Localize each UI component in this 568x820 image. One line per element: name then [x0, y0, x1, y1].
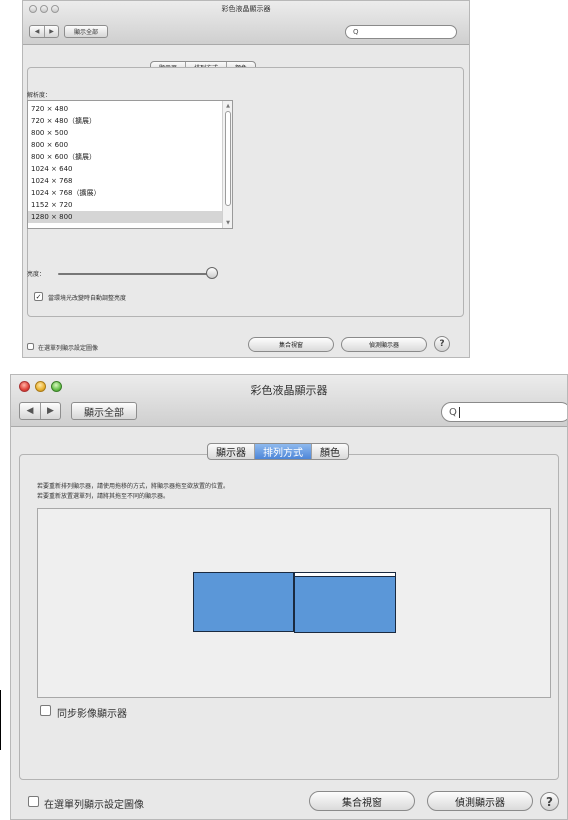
list-item[interactable]: 800 × 600（擴展） — [28, 151, 232, 163]
list-item[interactable]: 720 × 480 — [28, 103, 232, 115]
show-in-menubar-checkbox[interactable] — [28, 796, 39, 807]
display-right[interactable] — [294, 572, 396, 633]
display-prefs-window-display-tab: 彩色液晶顯示器 ◀ ▶ 顯示全部 Q 顯示器 排列方式 顏色 解析度： 720 … — [22, 0, 470, 358]
title-bar: 彩色液晶顯示器 ◀ ▶ 顯示全部 Q — [23, 1, 469, 45]
brightness-label: 亮度： — [27, 271, 46, 278]
tab-display[interactable]: 顯示器 — [208, 444, 254, 459]
mirror-displays-label: 同步影像顯示器 — [57, 709, 127, 720]
detect-displays-button[interactable]: 偵測顯示器 — [341, 337, 427, 352]
tab-arrangement[interactable]: 排列方式 — [254, 444, 311, 459]
forward-icon[interactable]: ▶ — [40, 403, 60, 419]
help-button[interactable]: ? — [434, 336, 450, 352]
list-item[interactable]: 1024 × 768（擴展） — [28, 187, 232, 199]
window-title: 彩色液晶顯示器 — [250, 384, 328, 397]
show-all-button[interactable]: 顯示全部 — [64, 25, 108, 38]
resolution-label: 解析度： — [27, 92, 52, 99]
vertical-scrollbar[interactable]: ▲ ▼ — [222, 101, 232, 228]
display-arrangement-area — [37, 508, 551, 698]
checkmark-icon: ✓ — [35, 292, 42, 301]
list-item[interactable]: 1024 × 640 — [28, 163, 232, 175]
auto-brightness-label: 當環境光改變時自動調整亮度 — [48, 295, 127, 302]
mirror-displays-checkbox[interactable] — [40, 705, 51, 716]
display-left[interactable] — [193, 572, 294, 632]
search-icon: Q — [449, 406, 457, 418]
tab-bar: 顯示器 排列方式 顏色 — [207, 443, 349, 460]
edge-line — [0, 690, 1, 750]
gather-windows-button[interactable]: 集合視窗 — [309, 791, 415, 811]
tab-color[interactable]: 顏色 — [311, 444, 348, 459]
list-item[interactable]: 1152 × 720 — [28, 199, 232, 211]
brightness-slider-track[interactable] — [58, 273, 207, 275]
show-in-menubar-checkbox[interactable] — [27, 343, 34, 350]
scrollbar-thumb[interactable] — [225, 111, 231, 206]
instructions-line-1: 若要重新排列顯示器，請使用拖移的方式，將顯示器拖至欲放置的位置。 — [37, 483, 230, 490]
back-icon[interactable]: ◀ — [20, 403, 40, 419]
search-icon: Q — [353, 28, 359, 36]
list-item[interactable]: 800 × 600 — [28, 139, 232, 151]
list-item[interactable]: 800 × 500 — [28, 127, 232, 139]
resolution-list[interactable]: 720 × 480 720 × 480（擴展） 800 × 500 800 × … — [27, 100, 233, 229]
search-input[interactable]: Q — [441, 402, 567, 422]
show-all-button[interactable]: 顯示全部 — [71, 402, 137, 420]
scroll-down-icon[interactable]: ▼ — [224, 220, 232, 226]
brightness-slider-knob[interactable] — [206, 267, 218, 279]
text-caret — [458, 406, 460, 418]
window-title: 彩色液晶顯示器 — [221, 5, 271, 13]
scroll-up-icon[interactable]: ▲ — [224, 103, 232, 109]
back-icon[interactable]: ◀ — [30, 26, 44, 37]
list-item-selected[interactable]: 1280 × 800 — [28, 211, 232, 223]
show-in-menubar-label: 在選單列顯示設定圖像 — [44, 800, 144, 811]
gather-windows-button[interactable]: 集合視窗 — [248, 337, 334, 352]
help-button[interactable]: ? — [540, 792, 559, 811]
list-item[interactable]: 720 × 480（擴展） — [28, 115, 232, 127]
search-input[interactable]: Q — [345, 25, 457, 39]
forward-icon[interactable]: ▶ — [44, 26, 58, 37]
display-prefs-window-arrangement-tab: 彩色液晶顯示器 ◀ ▶ 顯示全部 Q 顯示器 排列方式 顏色 若要重新排列顯示器… — [10, 374, 568, 820]
auto-brightness-checkbox[interactable]: ✓ — [34, 292, 43, 301]
list-item[interactable]: 1024 × 768 — [28, 175, 232, 187]
back-forward-buttons: ◀ ▶ — [19, 402, 61, 420]
instructions-line-2: 若要重新放置選單列，請將其拖至不同的顯示器。 — [37, 493, 170, 500]
show-in-menubar-label: 在選單列顯示設定圖像 — [38, 345, 99, 352]
back-forward-buttons: ◀ ▶ — [29, 25, 59, 38]
title-bar: 彩色液晶顯示器 ◀ ▶ 顯示全部 Q — [11, 375, 567, 427]
menu-bar-indicator[interactable] — [295, 573, 395, 577]
detect-displays-button[interactable]: 偵測顯示器 — [427, 791, 533, 811]
